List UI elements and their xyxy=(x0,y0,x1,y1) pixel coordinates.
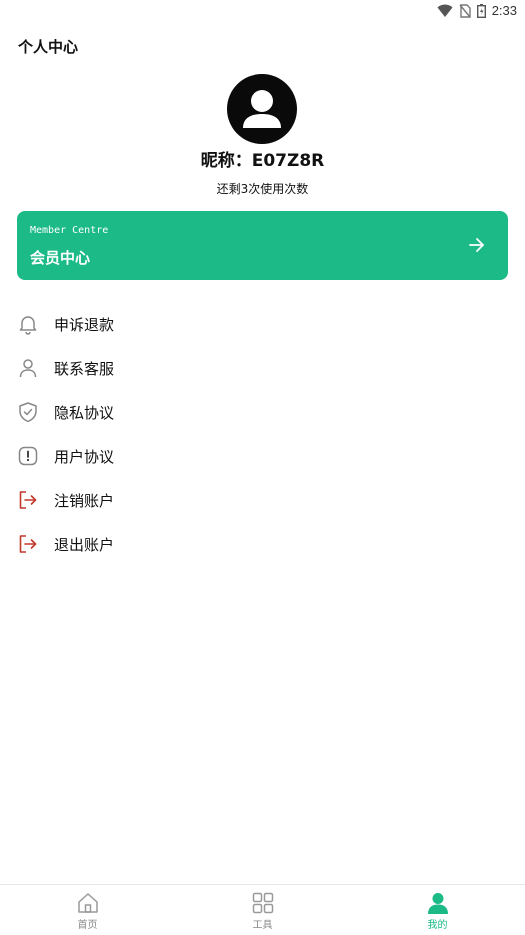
menu-item-user-agreement[interactable]: 用户协议 xyxy=(0,434,525,478)
logout-icon xyxy=(17,489,39,511)
tab-label: 我的 xyxy=(427,920,448,931)
status-time: 2:33 xyxy=(491,3,517,18)
profile-page: 2:33 个人中心 昵称：E07Z8R 还剩3次使用次数 Member Cent… xyxy=(0,0,525,935)
menu-item-privacy[interactable]: 隐私协议 xyxy=(0,390,525,434)
member-card-subtitle: Member Centre xyxy=(30,225,109,236)
arrow-right-icon xyxy=(468,236,486,258)
logout-icon xyxy=(17,533,39,555)
home-icon xyxy=(76,891,100,915)
menu-item-label: 隐私协议 xyxy=(54,404,115,422)
menu-item-label: 注销账户 xyxy=(54,492,115,510)
shield-check-icon xyxy=(17,401,39,423)
menu-item-delete-account[interactable]: 注销账户 xyxy=(0,478,525,522)
no-sim-icon xyxy=(459,3,471,18)
menu-item-logout[interactable]: 退出账户 xyxy=(0,522,525,566)
menu-item-label: 用户协议 xyxy=(54,448,115,466)
alert-box-icon xyxy=(17,445,39,467)
tab-label: 首页 xyxy=(77,920,98,931)
bell-icon xyxy=(17,313,39,335)
menu-item-refund[interactable]: 申诉退款 xyxy=(0,302,525,346)
status-icons: 2:33 xyxy=(437,3,517,18)
battery-icon xyxy=(476,3,486,18)
menu-item-label: 退出账户 xyxy=(54,536,115,554)
person-icon xyxy=(17,357,39,379)
menu-item-label: 申诉退款 xyxy=(54,316,115,334)
tab-tools[interactable]: 工具 xyxy=(175,885,350,935)
settings-menu: 申诉退款 联系客服 隐私协议 用户协议 注销账户 退出账户 xyxy=(0,302,525,566)
bottom-tab-bar: 首页 工具 我的 xyxy=(0,884,525,935)
grid-icon xyxy=(251,891,275,915)
user-icon xyxy=(426,891,450,915)
menu-item-label: 联系客服 xyxy=(54,360,115,378)
tab-home[interactable]: 首页 xyxy=(0,885,175,935)
menu-item-customer-service[interactable]: 联系客服 xyxy=(0,346,525,390)
nickname: 昵称：E07Z8R xyxy=(200,151,325,171)
tab-mine[interactable]: 我的 xyxy=(350,885,525,935)
status-bar: 2:33 xyxy=(0,0,525,24)
member-centre-card[interactable]: Member Centre 会员中心 xyxy=(17,211,508,280)
remaining-uses: 还剩3次使用次数 xyxy=(216,182,309,196)
user-avatar-icon[interactable] xyxy=(227,74,297,144)
page-title: 个人中心 xyxy=(18,38,79,56)
tab-label: 工具 xyxy=(252,920,273,931)
member-card-title: 会员中心 xyxy=(30,249,91,267)
wifi-icon xyxy=(437,4,453,18)
